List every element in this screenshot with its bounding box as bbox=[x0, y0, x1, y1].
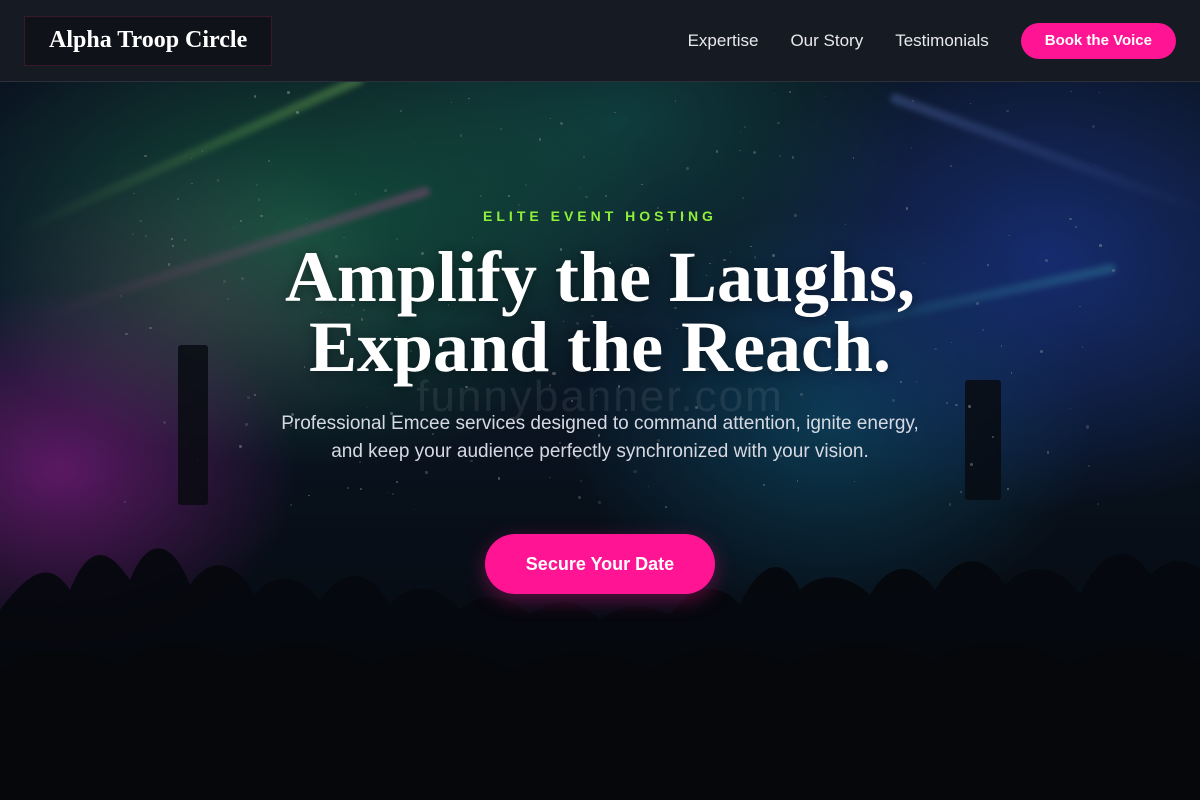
brand-logo[interactable]: Alpha Troop Circle bbox=[24, 15, 273, 66]
nav-link-testimonials[interactable]: Testimonials bbox=[895, 31, 989, 51]
nav-link-expertise[interactable]: Expertise bbox=[688, 31, 759, 51]
site-header: Alpha Troop Circle Expertise Our Story T… bbox=[0, 0, 1200, 82]
hero-headline: Amplify the Laughs, Expand the Reach. bbox=[0, 237, 1200, 387]
hero-headline-line-1: Amplify the Laughs, bbox=[284, 237, 916, 317]
book-the-voice-button[interactable]: Book the Voice bbox=[1020, 22, 1176, 59]
main-nav: Expertise Our Story Testimonials Book th… bbox=[688, 22, 1176, 59]
secure-your-date-button[interactable]: Secure Your Date bbox=[485, 534, 715, 594]
nav-link-our-story[interactable]: Our Story bbox=[790, 31, 863, 51]
hero-eyebrow: ELITE EVENT HOSTING bbox=[483, 208, 717, 224]
hero-headline-line-2: Expand the Reach. bbox=[308, 307, 892, 387]
hero-section: funnybanner.com ELITE EVENT HOSTING Ampl… bbox=[0, 82, 1200, 800]
hero-subtext: Professional Emcee services designed to … bbox=[281, 413, 919, 462]
